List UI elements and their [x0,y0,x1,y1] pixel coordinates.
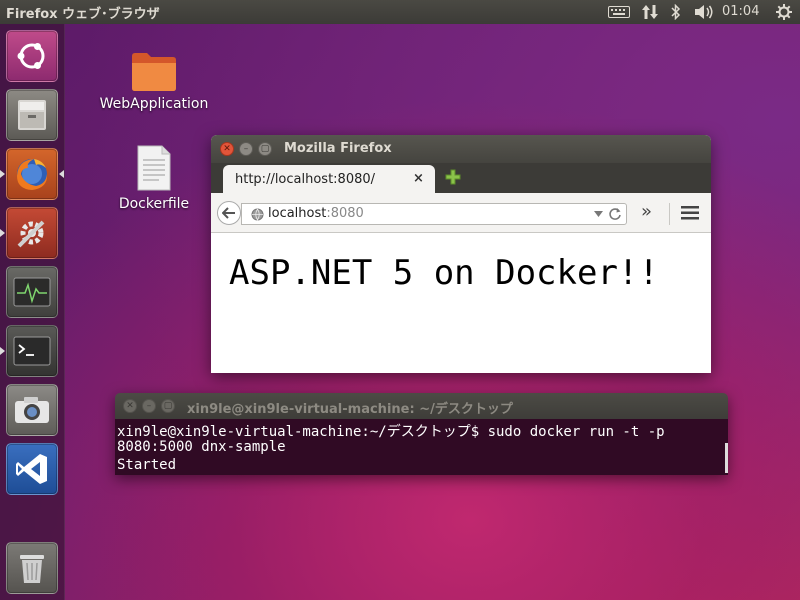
url-port: :8080 [326,206,364,221]
url-bar[interactable]: localhost:8080 [241,203,627,225]
tab-bar: http://localhost:8080/ × [211,163,711,193]
separator [669,203,670,225]
desktop-icon-label: Dockerfile [118,196,190,212]
ubuntu-dash-icon[interactable] [6,30,58,82]
launcher [0,24,65,600]
firefox-icon[interactable] [6,148,58,200]
camera-icon[interactable] [6,384,58,436]
tab-close-icon[interactable]: × [413,171,424,186]
desktop-icon-dockerfile[interactable]: Dockerfile [104,144,204,212]
terminal-title: xin9le@xin9le-virtual-machine: ~/デスクトップ [187,402,513,417]
globe-icon [251,208,264,221]
navigation-toolbar: localhost:8080 » [211,193,711,233]
running-indicator [0,229,5,237]
desktop-icon-label: WebApplication [99,96,209,112]
maximize-window-button[interactable]: ▢ [258,142,272,156]
active-app-title: Firefox ウェブ･ブラウザ [6,7,160,22]
system-settings-icon[interactable] [6,207,58,259]
network-transfer-icon[interactable] [640,0,660,24]
clock[interactable]: 01:04 [722,4,759,19]
url-host: localhost [268,206,327,221]
desktop-icon-webapplication[interactable]: WebApplication [94,50,214,112]
back-button[interactable] [217,201,241,225]
top-panel: Firefox ウェブ･ブラウザ 01:04 [0,0,800,24]
minimize-window-button[interactable]: – [239,142,253,156]
tab-label: http://localhost:8080/ [235,172,376,187]
running-indicator [0,170,5,178]
window-title: Mozilla Firefox [284,141,392,156]
url-text: localhost:8080 [268,206,364,221]
firefox-window: ✕ – ▢ Mozilla Firefox http://localhost:8… [211,135,711,373]
keyboard-icon[interactable] [606,0,632,24]
system-monitor-icon[interactable] [6,266,58,318]
new-tab-plus-icon[interactable] [445,169,461,189]
page-content: ASP.NET 5 on Docker!! [211,233,711,373]
text-file-icon [137,145,171,191]
visual-studio-code-icon[interactable] [6,443,58,495]
maximize-window-button[interactable]: ▢ [161,399,175,413]
running-indicator [0,347,5,355]
firefox-titlebar[interactable]: ✕ – ▢ Mozilla Firefox [211,135,711,163]
terminal-line: xin9le@xin9le-virtual-machine:~/デスクトップ$ … [117,424,665,440]
folder-icon [132,53,176,91]
minimize-window-button[interactable]: – [142,399,156,413]
terminal-output[interactable]: xin9le@xin9le-virtual-machine:~/デスクトップ$ … [115,419,728,475]
active-window-indicator [59,170,64,178]
terminal-titlebar[interactable]: ✕ – ▢ xin9le@xin9le-virtual-machine: ~/デ… [115,393,728,419]
hamburger-menu-icon[interactable] [681,206,699,220]
terminal-scrollbar[interactable] [725,443,728,473]
trash-icon[interactable] [6,542,58,594]
terminal-line: Started [117,457,177,473]
power-gear-icon[interactable] [774,0,794,24]
terminal-line: 8080:5000 dnx-sample [117,439,286,455]
overflow-chevron-icon[interactable]: » [641,201,652,222]
tab-localhost[interactable]: http://localhost:8080/ × [223,165,435,193]
bluetooth-icon[interactable] [668,0,684,24]
volume-icon[interactable] [692,0,716,24]
dropdown-arrow-icon[interactable] [594,211,603,218]
page-heading: ASP.NET 5 on Docker!! [229,253,659,293]
close-window-button[interactable]: ✕ [220,142,234,156]
close-window-button[interactable]: ✕ [123,399,137,413]
terminal-icon[interactable] [6,325,58,377]
back-arrow-icon [222,207,235,219]
reload-icon[interactable] [608,207,622,221]
terminal-window: ✕ – ▢ xin9le@xin9le-virtual-machine: ~/デ… [115,393,728,475]
files-icon[interactable] [6,89,58,141]
